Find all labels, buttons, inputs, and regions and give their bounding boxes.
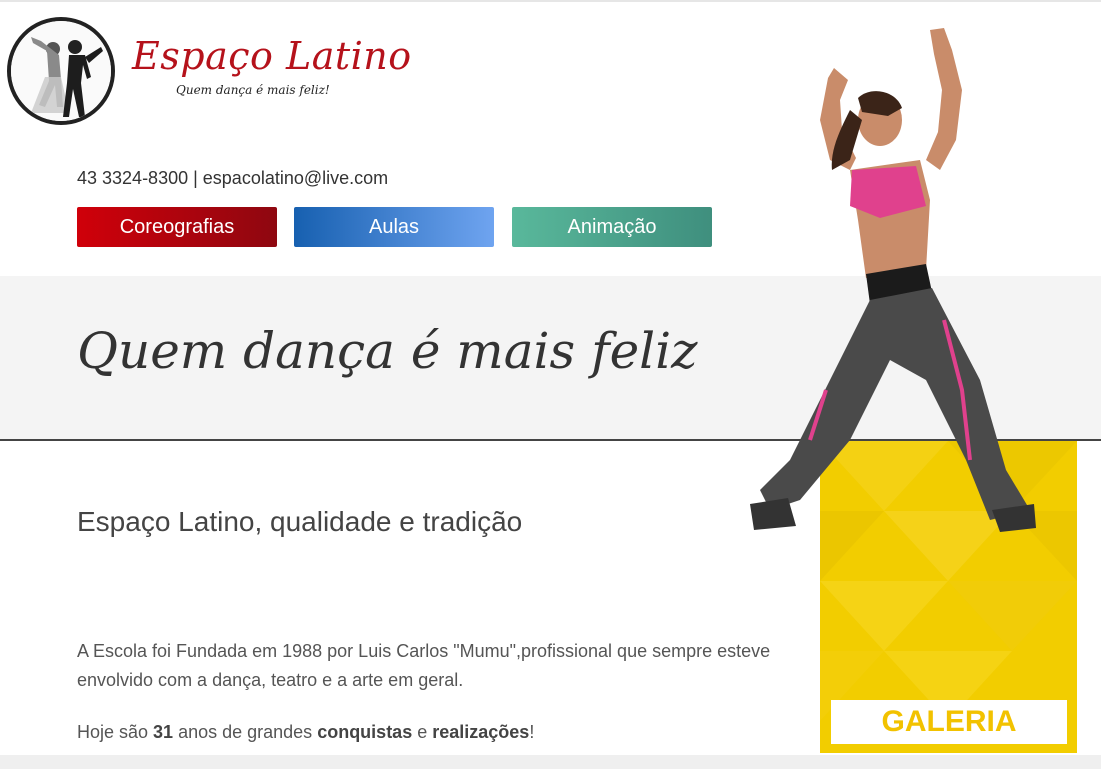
nav-button-animacao[interactable]: Animação [512, 207, 712, 247]
dancing-couple-logo-icon [11, 21, 111, 121]
section-heading: Espaço Latino, qualidade e tradição [77, 506, 523, 537]
achievements-text-4: ! [529, 722, 535, 742]
achievements-text-1: Hoje são [77, 722, 154, 742]
dancer-photo-icon [750, 28, 1036, 532]
conquistas-word: conquistas [317, 722, 413, 742]
nav-button-aulas[interactable]: Aulas [294, 207, 494, 247]
top-border [0, 0, 1101, 2]
achievements-text-2: anos de grandes [173, 722, 318, 742]
footer-strip [0, 755, 1101, 769]
history-paragraph: A Escola foi Fundada em 1988 por Luis Ca… [77, 641, 771, 690]
logo-title[interactable]: Espaço Latino [132, 34, 412, 78]
realizacoes-word: realizações [432, 722, 530, 742]
nav-button-coreografias[interactable]: Coreografias [77, 207, 277, 247]
logo-icon[interactable] [7, 17, 115, 125]
achievements-line: Hoje são 31 anos de grandes conquistas e… [77, 722, 534, 743]
gallery-label[interactable]: GALERIA [831, 700, 1067, 744]
logo-tagline: Quem dança é mais feliz! [176, 83, 330, 97]
contact-info: 43 3324-8300 | espacolatino@live.com [77, 168, 389, 188]
years-count: 31 [153, 722, 174, 742]
slogan-text: Quem dança é mais feliz [77, 322, 698, 380]
achievements-text-3: e [412, 722, 433, 742]
